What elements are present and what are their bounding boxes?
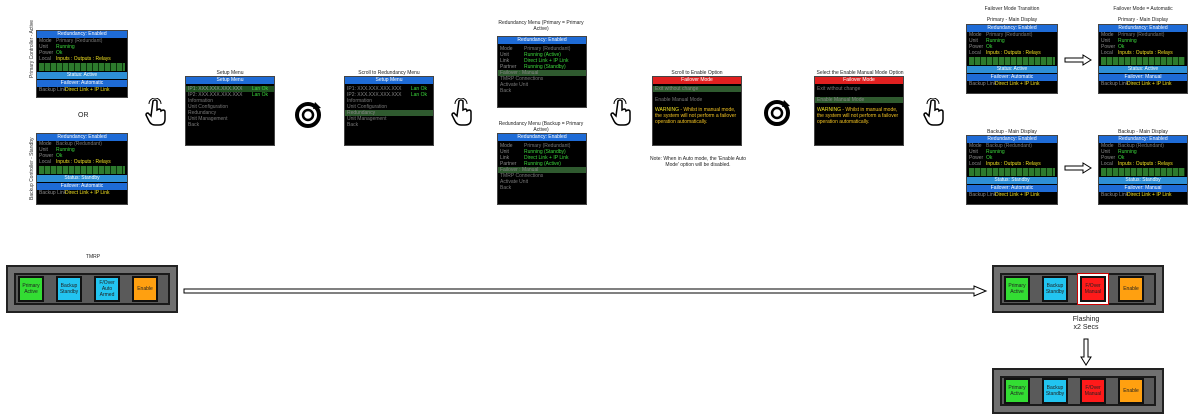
primary-controller-label: Primary Controller - Active xyxy=(29,19,35,78)
or-label: OR xyxy=(78,112,89,119)
transition-arrow xyxy=(1064,54,1092,66)
long-transition-arrow xyxy=(183,285,988,297)
failover-mode-screen-1: Failover Mode Exit without change Enable… xyxy=(652,76,742,146)
backup-controller-label: Backup Controller - Standby xyxy=(29,137,35,200)
setup-menu-screen: Setup Menu IP1: XXX.XXX.XXX.XXX Lan Ok IP… xyxy=(185,76,275,146)
primary-display-automatic: Redundancy: Enabled Mode Primary (Redunda… xyxy=(966,24,1058,94)
status-bar: Status: Active xyxy=(37,72,127,79)
scroll-menu-screen: Setup Menu IP1: XXX.XXX.XXX.XXX Lan Ok IP… xyxy=(344,76,434,146)
tap-hand-icon xyxy=(451,98,472,126)
menu-item[interactable]: Back xyxy=(498,88,586,94)
tap-hand-icon xyxy=(145,98,166,126)
rotary-encoder-icon xyxy=(295,102,321,128)
exit-option[interactable]: Exit without change xyxy=(653,86,741,92)
enable-manual-option[interactable]: Enable Manual Mode xyxy=(653,97,741,103)
backup-standby-button[interactable]: Backup Standby xyxy=(1042,276,1068,302)
tap-hand-icon xyxy=(923,98,944,126)
failover-mode-screen-2: Failover Mode Exit without change Enable… xyxy=(814,76,904,146)
menu-item[interactable]: Back xyxy=(186,122,274,128)
tmrp-caption: TMRP xyxy=(85,254,101,260)
backup-standby-button[interactable]: Backup Standby xyxy=(56,276,82,302)
exit-option[interactable]: Exit without change xyxy=(815,86,903,92)
enable-button[interactable]: Enable xyxy=(1118,378,1144,404)
tap-hand-icon xyxy=(610,98,631,126)
menu-item[interactable]: Back xyxy=(345,122,433,128)
redundancy-title: Redundancy: Enabled xyxy=(37,31,127,38)
backup-main-display: Redundancy: Enabled Mode Backup (Redundan… xyxy=(36,133,128,205)
primary-active-button[interactable]: Primary Active xyxy=(1004,378,1030,404)
transition-caption: Failover Mode Transition xyxy=(984,6,1040,12)
failover-bar: Failover: Automatic xyxy=(37,80,127,87)
failover-manual-button[interactable]: F/Over Manual xyxy=(1080,378,1106,404)
io-grid xyxy=(39,63,125,71)
redundancy-backup-caption: Redundancy Menu (Backup = Primary Active… xyxy=(498,121,584,133)
backup-display-automatic: Redundancy: Enabled Mode Backup (Redundan… xyxy=(966,135,1058,205)
transition-arrow xyxy=(1064,162,1092,174)
primary-display-manual: Redundancy: Enabled Mode Primary (Redunda… xyxy=(1098,24,1188,94)
transition-caption-2: Failover Mode = Automatic xyxy=(1113,6,1173,12)
enable-button[interactable]: Enable xyxy=(132,276,158,302)
backup-display-manual: Redundancy: Enabled Mode Backup (Redundan… xyxy=(1098,135,1188,205)
primary-active-button[interactable]: Primary Active xyxy=(18,276,44,302)
enable-manual-option-selected[interactable]: Enable Manual Mode xyxy=(815,97,903,103)
enable-button[interactable]: Enable xyxy=(1118,276,1144,302)
primary-active-button[interactable]: Primary Active xyxy=(1004,276,1030,302)
failover-auto-button[interactable]: F/Over Auto Armed xyxy=(94,276,120,302)
primary-main-display: Redundancy: Enabled Mode Primary (Redunda… xyxy=(36,30,128,98)
menu-item[interactable]: Back xyxy=(498,185,586,191)
failover-manual-button[interactable]: F/Over Manual xyxy=(1080,276,1106,302)
warning-text: WARNING - Whilst in manual mode, the sys… xyxy=(655,107,737,125)
redundancy-menu-primary: Redundancy: Enabled Mode Primary (Redunda… xyxy=(497,36,587,108)
tmrp-panel-manual-flashing: Primary Active Backup Standby F/Over Man… xyxy=(992,265,1164,313)
auto-mode-note: Note: When in Auto mode, the 'Enable Aut… xyxy=(649,156,747,168)
tmrp-panel-manual: Primary Active Backup Standby F/Over Man… xyxy=(992,368,1164,414)
down-arrow xyxy=(1080,338,1092,366)
backup-standby-button[interactable]: Backup Standby xyxy=(1042,378,1068,404)
tmrp-panel-automatic: Primary Active Backup Standby F/Over Aut… xyxy=(6,265,178,313)
redundancy-menu-backup: Redundancy: Enabled Mode Primary (Redunda… xyxy=(497,133,587,205)
flashing-label: Flashing x2 Secs xyxy=(1072,316,1100,331)
rotary-encoder-icon xyxy=(764,100,790,126)
redundancy-primary-caption: Redundancy Menu (Primary = Primary Activ… xyxy=(498,20,584,32)
